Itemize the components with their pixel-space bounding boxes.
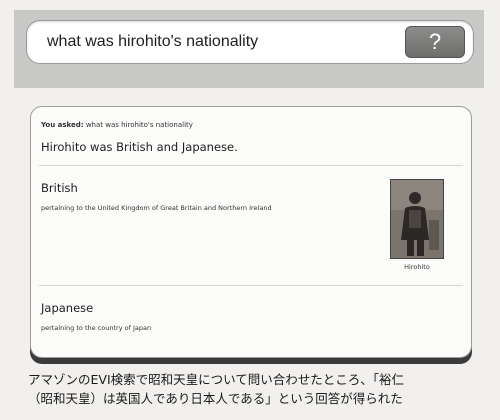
hirohito-photo[interactable]: [390, 179, 444, 259]
caption-line: アマゾンのEVI検索で昭和天皇について問い合わせたところ、「裕仁: [28, 372, 405, 387]
answer-term-british[interactable]: British: [41, 181, 78, 195]
portrait-image: [391, 180, 443, 258]
caption-line: （昭和天皇）は英国人であり日本人である」という回答が得られた: [28, 391, 403, 406]
answer-term-description: pertaining to the country of Japan: [41, 324, 152, 332]
page-caption: アマゾンのEVI検索で昭和天皇について問い合わせたところ、「裕仁 （昭和天皇）は…: [28, 370, 488, 408]
divider: [39, 285, 463, 286]
search-bar-area: what was hirohito's nationality ?: [14, 10, 484, 88]
answer-term-japanese[interactable]: Japanese: [41, 301, 93, 315]
asked-label: You asked:: [41, 121, 84, 129]
answer-term-description: pertaining to the United Kingdom of Grea…: [41, 204, 272, 212]
divider: [39, 165, 463, 166]
search-query-text[interactable]: what was hirohito's nationality: [47, 33, 258, 51]
asked-line: You asked: what was hirohito's nationali…: [41, 121, 193, 129]
asked-query: what was hirohito's nationality: [85, 121, 193, 129]
search-input[interactable]: what was hirohito's nationality ?: [26, 20, 474, 64]
question-mark-icon: ?: [428, 29, 442, 54]
answer-title: Hirohito was British and Japanese.: [41, 140, 238, 154]
answer-card: You asked: what was hirohito's nationali…: [30, 106, 472, 358]
ask-button[interactable]: ?: [405, 26, 465, 58]
photo-caption: Hirohito: [404, 263, 430, 271]
